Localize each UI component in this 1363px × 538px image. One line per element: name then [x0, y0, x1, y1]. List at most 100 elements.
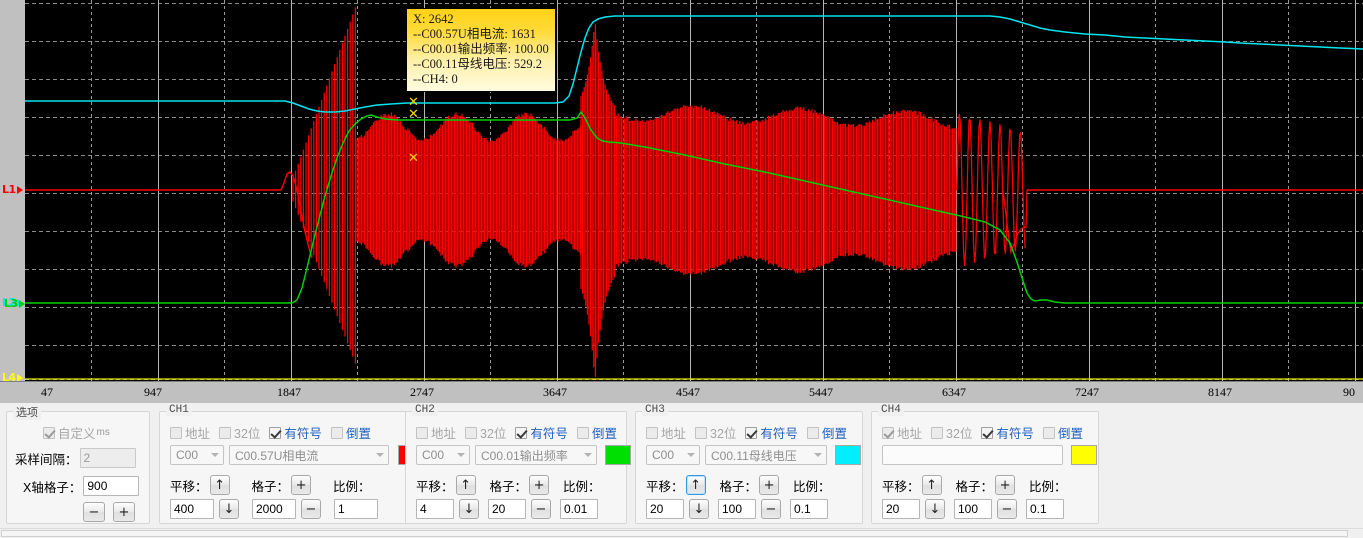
ch2-invert-checkbox-wrap[interactable]: 倒置 [576, 423, 617, 442]
ch2-addr-checkbox-wrap[interactable]: 地址 [416, 423, 456, 442]
ch2-grid-decrease-button[interactable]: − [531, 499, 551, 519]
ch3-scale-input[interactable]: 0.1 [790, 499, 828, 519]
ch1-invert-checkbox-wrap[interactable]: 倒置 [330, 423, 371, 442]
ch2-grid-increase-button[interactable]: + [529, 475, 550, 495]
ch2-addr-checkbox[interactable] [416, 426, 428, 439]
ch1-32bit-checkbox[interactable] [219, 426, 232, 439]
cursor-marker-ch1[interactable]: ✕ [408, 152, 419, 165]
level-marker-l1-arrow [16, 186, 23, 194]
sample-interval-input[interactable]: 2 [79, 448, 136, 468]
ch2-signed-checkbox-wrap[interactable]: 有符号 [515, 423, 568, 442]
ch1-shift-input[interactable]: 400 [170, 499, 214, 519]
x-tick-1: 947 [144, 385, 162, 399]
xgrid-increase-button[interactable]: + [113, 502, 135, 522]
scrollbar-track[interactable] [1, 530, 1348, 537]
sample-interval-row: 采样间隔： 2 [15, 448, 136, 468]
ch3-invert-checkbox[interactable] [806, 426, 819, 439]
ch1-address-select[interactable]: C00 [170, 445, 224, 465]
ch1-grid-decrease-button[interactable]: − [301, 499, 321, 519]
ch1-scale-input[interactable]: 1 [334, 499, 378, 519]
xgrid-input[interactable]: 900 [83, 476, 140, 496]
ch4-shift-input[interactable]: 20 [882, 499, 920, 519]
chevron-down-icon [208, 446, 221, 464]
level-marker-l1[interactable]: L1 [2, 183, 23, 196]
chevron-down-icon [581, 446, 594, 464]
ch2-scale-input[interactable]: 0.01 [560, 499, 598, 519]
ch1-signal-select[interactable]: C00.57U相电流 [229, 445, 389, 465]
ch2-invert-checkbox[interactable] [576, 426, 589, 439]
ch4-invert-checkbox-wrap[interactable]: 倒置 [1042, 423, 1083, 442]
cursor-marker-ch2[interactable]: ✕ [408, 108, 419, 121]
ch4-32bit-checkbox[interactable] [931, 426, 944, 439]
ch3-param-values-row: 20 ↓ 100 − 0.1 [646, 499, 828, 519]
ch2-shift-input[interactable]: 4 [416, 499, 454, 519]
ch3-addr-checkbox-wrap[interactable]: 地址 [646, 423, 686, 442]
ch4-grid-decrease-button[interactable]: − [997, 499, 1017, 519]
ch4-grid-increase-button[interactable]: + [995, 475, 1016, 495]
ch4-32bit-checkbox-wrap[interactable]: 32位 [931, 423, 972, 442]
ch3-shift-up-button[interactable]: ↑ [685, 475, 706, 495]
ch4-32bit-label: 32位 [946, 427, 973, 441]
custom-interval-checkbox[interactable] [43, 426, 55, 439]
ch4-shift-up-button[interactable]: ↑ [921, 475, 942, 495]
ch2-32bit-checkbox[interactable] [465, 426, 478, 439]
ch4-addr-checkbox[interactable] [882, 426, 894, 439]
ch1-signed-checkbox[interactable] [269, 426, 282, 439]
ch4-invert-label: 倒置 [1057, 427, 1083, 441]
ch4-signed-checkbox-wrap[interactable]: 有符号 [981, 423, 1034, 442]
ch1-addr-checkbox[interactable] [170, 426, 182, 439]
ch2-signal-select[interactable]: C00.01输出频率 [475, 445, 597, 465]
ch3-grid-increase-button[interactable]: + [759, 475, 780, 495]
waveform-canvas[interactable]: ✕ ✕ ✕ [25, 0, 1363, 381]
ch2-shift-down-button[interactable]: ↓ [459, 499, 479, 519]
ch4-signed-checkbox[interactable] [981, 426, 994, 439]
ch3-32bit-checkbox[interactable] [695, 426, 708, 439]
ch1-32bit-checkbox-wrap[interactable]: 32位 [219, 423, 260, 442]
ch2-color-swatch[interactable] [605, 445, 631, 465]
ch3-addr-checkbox[interactable] [646, 426, 658, 439]
ch3-32bit-checkbox-wrap[interactable]: 32位 [695, 423, 736, 442]
ch2-shift-up-button[interactable]: ↑ [455, 475, 476, 495]
ch1-invert-label: 倒置 [345, 427, 371, 441]
ch3-grid-decrease-button[interactable]: − [761, 499, 781, 519]
ch3-shift-down-button[interactable]: ↓ [689, 499, 709, 519]
ch1-invert-checkbox[interactable] [330, 426, 343, 439]
ch4-invert-checkbox[interactable] [1042, 426, 1055, 439]
xgrid-decrease-button[interactable]: − [83, 502, 105, 522]
options-group: 选项 自定义 ms 采样间隔： 2 X轴格子： 900 − + [6, 404, 150, 524]
xgrid-stepper: − + [83, 502, 135, 522]
ch4-addr-checkbox-wrap[interactable]: 地址 [882, 423, 922, 442]
ch2-32bit-checkbox-wrap[interactable]: 32位 [465, 423, 506, 442]
ch1-grid-input[interactable]: 2000 [252, 499, 296, 519]
ch4-signed-label: 有符号 [996, 427, 1034, 441]
ch2-signed-checkbox[interactable] [515, 426, 528, 439]
ch4-param-labels-row: 平移： ↑ 格子： + 比例： [882, 475, 1067, 495]
ch2-address-select[interactable]: C00 [416, 445, 470, 465]
ch3-color-swatch[interactable] [835, 445, 861, 465]
custom-interval-checkbox-row[interactable]: 自定义 ms [43, 423, 110, 442]
ch3-signed-checkbox-wrap[interactable]: 有符号 [745, 423, 798, 442]
ch1-param-labels-row: 平移： ↑ 格子： + 比例： [170, 475, 371, 495]
ch1-addr-label: 地址 [185, 427, 211, 441]
ch1-shift-up-button[interactable]: ↑ [209, 475, 230, 495]
ch3-invert-checkbox-wrap[interactable]: 倒置 [806, 423, 847, 442]
ch3-signal-select[interactable]: C00.11母线电压 [705, 445, 827, 465]
ch4-grid-input[interactable]: 100 [954, 499, 992, 519]
ch3-shift-input[interactable]: 20 [646, 499, 684, 519]
xgrid-row: X轴格子： 900 [23, 476, 140, 496]
ch1-addr-checkbox-wrap[interactable]: 地址 [170, 423, 210, 442]
ch3-signed-checkbox[interactable] [745, 426, 758, 439]
ch4-signal-select[interactable] [882, 445, 1063, 465]
ch1-signed-checkbox-wrap[interactable]: 有符号 [269, 423, 322, 442]
ch1-shift-down-button[interactable]: ↓ [219, 499, 239, 519]
ch3-address-select[interactable]: C00 [646, 445, 700, 465]
ch3-grid-input[interactable]: 100 [718, 499, 756, 519]
ch1-grid-increase-button[interactable]: + [291, 475, 312, 495]
ch1-shift-label: 平移： [170, 479, 208, 494]
ch2-grid-input[interactable]: 20 [488, 499, 526, 519]
control-panels: 选项 自定义 ms 采样间隔： 2 X轴格子： 900 − + CH1 地址 3… [0, 403, 1363, 530]
ch4-shift-down-button[interactable]: ↓ [925, 499, 945, 519]
ch4-color-swatch[interactable] [1071, 445, 1097, 465]
ch4-scale-input[interactable]: 0.1 [1026, 499, 1064, 519]
level-marker-l3[interactable]: L3 [4, 297, 25, 310]
